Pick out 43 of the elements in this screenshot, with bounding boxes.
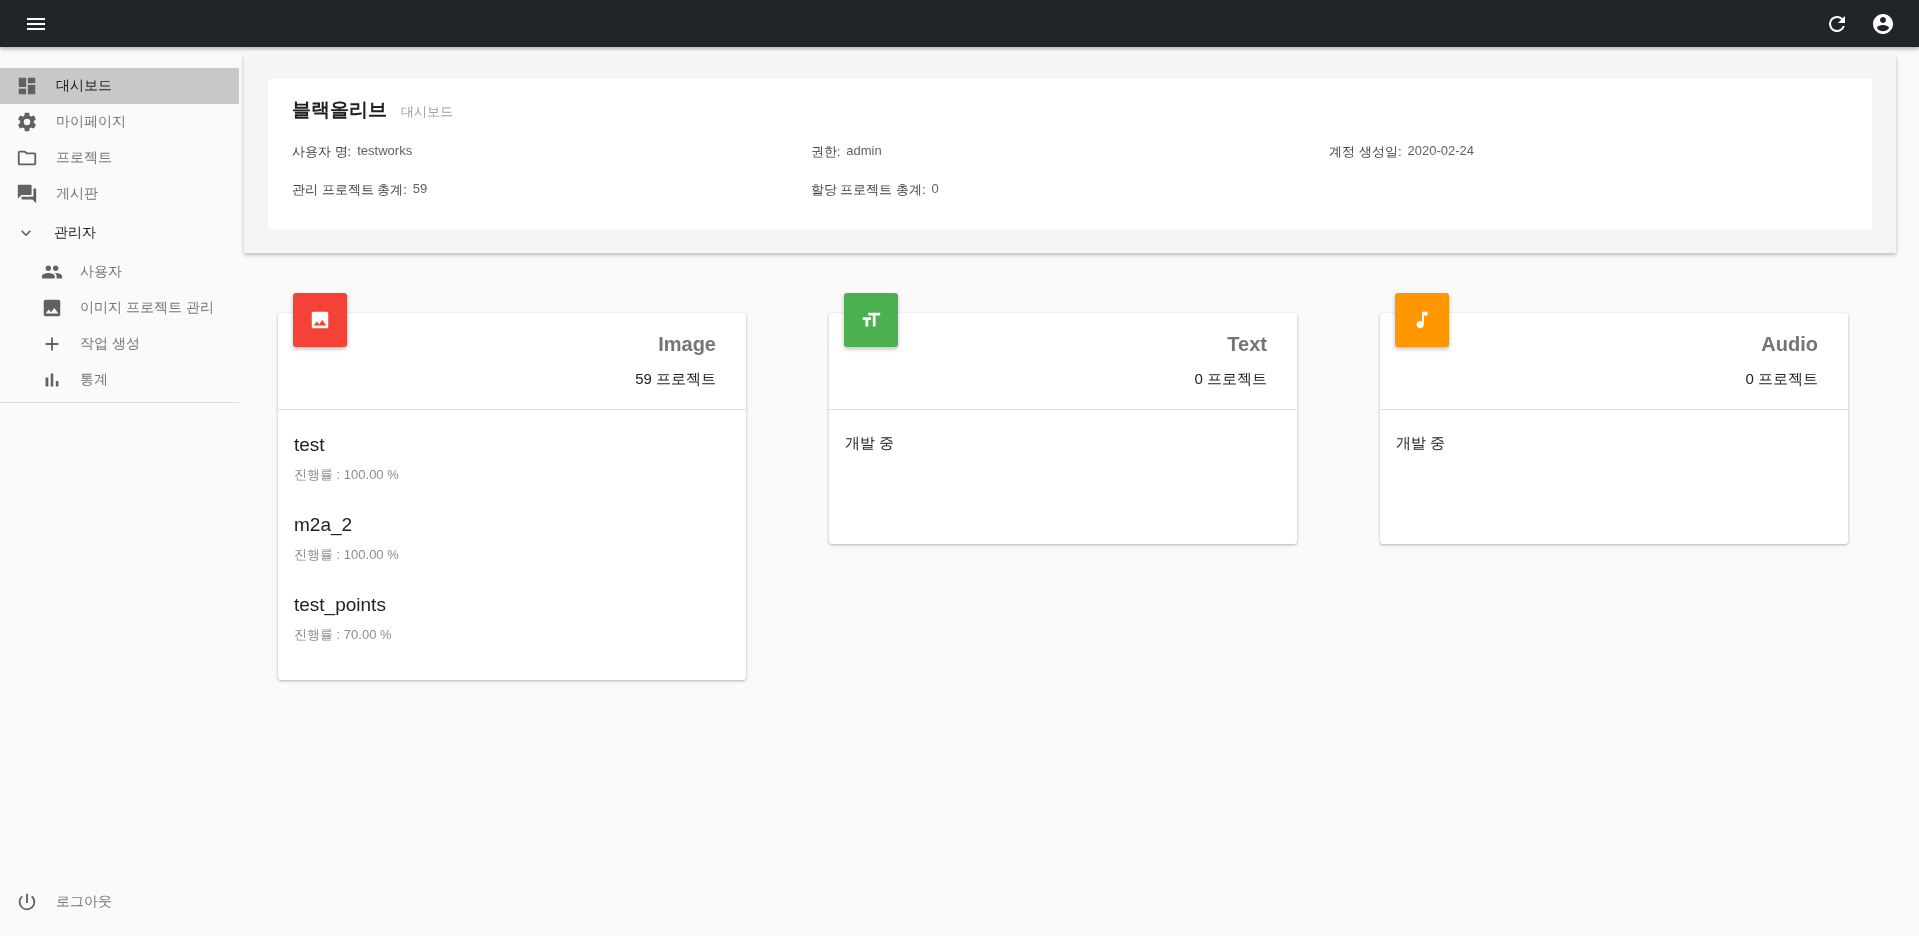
nav-item[interactable]: 마이페이지 [0, 104, 239, 140]
logout-button[interactable]: 로그아웃 [0, 882, 239, 922]
status-message: 개발 중 [845, 434, 896, 453]
card-title: Text [1227, 333, 1267, 356]
project-name[interactable]: test_points [294, 594, 730, 616]
image-icon [309, 309, 331, 331]
account-icon[interactable] [1871, 11, 1895, 36]
nav-item[interactable]: 프로젝트 [0, 140, 239, 176]
project-name[interactable]: m2a_2 [294, 514, 730, 536]
nav-item[interactable]: 대시보드 [0, 68, 239, 104]
project-name[interactable]: test [294, 434, 730, 456]
power-icon [16, 891, 38, 913]
completion-rate-text: 진행률 : 100.00 % [294, 546, 400, 564]
profile-title: 블랙올리브 [292, 98, 387, 122]
field-label: 사용자 명: [292, 143, 352, 161]
field-value: 59 [412, 181, 428, 198]
field-value: 0 [931, 181, 939, 198]
project-count: 59 프로젝트 [635, 370, 716, 389]
dashboard-icon [16, 75, 38, 97]
completion-rate-text: 진행률 : 70.00 % [294, 626, 393, 644]
field-value: admin [846, 143, 882, 160]
nav-group-header[interactable]: 관리자 [0, 212, 239, 254]
card-title: Audio [1761, 333, 1818, 356]
nav-item[interactable]: 게시판 [0, 176, 239, 212]
project-count: 0 프로젝트 [1745, 370, 1818, 389]
field-label: 할당 프로젝트 총계: [810, 181, 926, 199]
nav-item[interactable]: 사용자 [0, 254, 239, 290]
status-message: 개발 중 [1396, 434, 1447, 453]
field-label: 권한: [810, 143, 841, 161]
nav-item[interactable]: 통계 [0, 362, 239, 398]
project-count: 0 프로젝트 [1194, 370, 1267, 389]
card-title: Image [658, 333, 716, 356]
field-value: 2020-02-24 [1407, 143, 1475, 160]
field-label: 계정 생성일: [1329, 143, 1402, 161]
nav-item[interactable]: 작업 생성 [0, 326, 239, 362]
chat-icon [16, 183, 38, 205]
completion-rate-text: 진행률 : 100.00 % [294, 466, 400, 484]
nav-item[interactable]: 이미지 프로젝트 관리 [0, 290, 239, 326]
image-icon [41, 297, 63, 319]
profile-subtitle: 대시보드 [401, 103, 453, 121]
gear-icon [16, 111, 38, 133]
field-label: 관리 프로젝트 총계: [292, 181, 407, 199]
field-value: testworks [357, 143, 413, 160]
